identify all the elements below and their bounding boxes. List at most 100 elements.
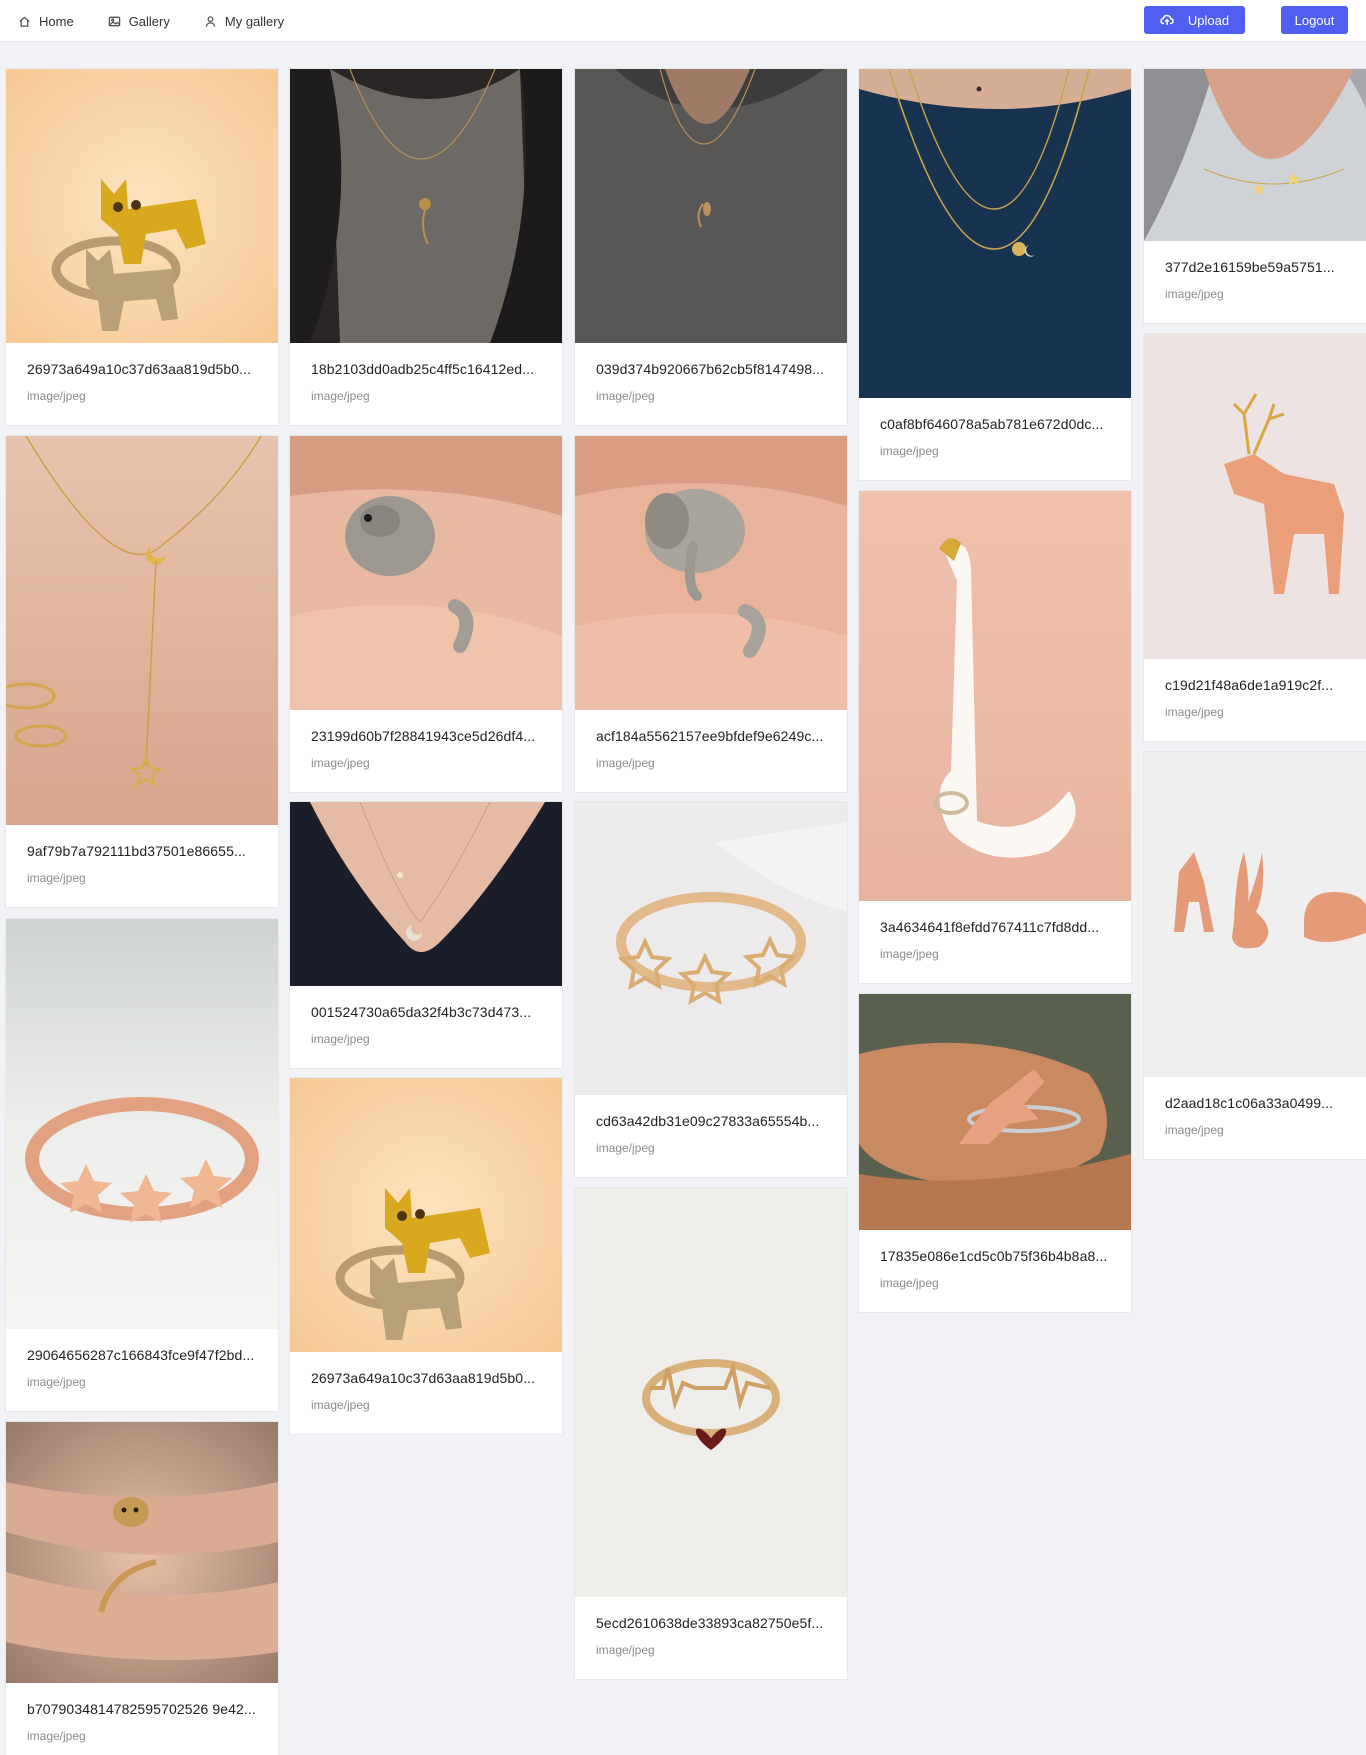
file-type: image/jpeg [311,1398,370,1412]
thumbnail-rose-necklace[interactable] [290,69,562,343]
card-meta: 23199d60b7f28841943ce5d26df4... image/jp… [290,710,562,792]
card-meta: 26973a649a10c37d63aa819d5b0... image/jpe… [290,1352,562,1434]
file-type: image/jpeg [27,1729,86,1743]
thumbnail-deer-figurine[interactable] [1144,334,1366,659]
thumbnail-leaf-necklace[interactable] [575,69,847,343]
gallery-card[interactable]: c0af8bf646078a5ab781e672d0dc... image/jp… [858,68,1132,481]
card-meta: b7079034814782595702526 9e42... image/jp… [6,1683,278,1755]
gallery-card[interactable]: 26973a649a10c37d63aa819d5b0... image/jpe… [5,68,279,426]
card-meta: 18b2103dd0adb25c4ff5c16412ed... image/jp… [290,343,562,425]
file-name: 29064656287c166843fce9f47f2bd... [27,1347,255,1363]
card-meta: 377d2e16159be59a5751... image/jpeg [1144,241,1366,323]
card-meta: acf184a5562157ee9bfdef9e6249c... image/j… [575,710,847,792]
file-type: image/jpeg [596,1643,655,1657]
nav-menu: Home Gallery My gallery [18,0,318,42]
file-name: d2aad18c1c06a33a0499... [1165,1095,1334,1111]
logout-label: Logout [1294,12,1335,28]
gallery-card[interactable]: d2aad18c1c06a33a0499... image/jpeg [1143,751,1366,1160]
file-name: c0af8bf646078a5ab781e672d0dc... [880,416,1104,432]
card-meta: 9af79b7a792111bd37501e86655... image/jpe… [6,825,278,907]
gallery-card[interactable]: 9af79b7a792111bd37501e86655... image/jpe… [5,435,279,908]
gallery-card[interactable]: 26973a649a10c37d63aa819d5b0... image/jpe… [289,1077,563,1435]
file-name: 17835e086e1cd5c0b75f36b4b8a8... [880,1248,1108,1264]
gallery-card[interactable]: 29064656287c166843fce9f47f2bd... image/j… [5,918,279,1412]
gallery-card[interactable]: 377d2e16159be59a5751... image/jpeg [1143,68,1366,324]
upload-label: Upload [1187,12,1230,28]
gallery-card[interactable]: cd63a42db31e09c27833a65554b... image/jpe… [574,801,848,1178]
gallery-card[interactable]: acf184a5562157ee9bfdef9e6249c... image/j… [574,435,848,793]
thumbnail-cat-ring[interactable] [6,69,278,343]
card-meta: cd63a42db31e09c27833a65554b... image/jpe… [575,1095,847,1177]
file-type: image/jpeg [1165,287,1224,301]
card-meta: d2aad18c1c06a33a0499... image/jpeg [1144,1077,1366,1159]
cloud-upload-icon [1160,14,1174,25]
file-type: image/jpeg [311,756,370,770]
file-name: 377d2e16159be59a5751... [1165,259,1335,275]
gallery-card[interactable]: 001524730a65da32f4b3c73d473... image/jpe… [289,801,563,1069]
card-meta: c0af8bf646078a5ab781e672d0dc... image/jp… [859,398,1131,480]
file-name: 3a4634641f8efdd767411c7fd8dd... [880,919,1100,935]
file-name: 5ecd2610638de33893ca82750e5f... [596,1615,824,1631]
gallery-card[interactable]: 18b2103dd0adb25c4ff5c16412ed... image/jp… [289,68,563,426]
nav-home-label: Home [39,13,74,29]
file-name: 26973a649a10c37d63aa819d5b0... [27,361,252,377]
nav-item-gallery[interactable]: Gallery [108,0,170,42]
file-name: 18b2103dd0adb25c4ff5c16412ed... [311,361,535,377]
file-type: image/jpeg [27,871,86,885]
file-name: 23199d60b7f28841943ce5d26df4... [311,728,536,744]
file-name: acf184a5562157ee9bfdef9e6249c... [596,728,824,744]
file-type: image/jpeg [880,947,939,961]
thumbnail-giraffe-ring[interactable] [290,436,562,710]
thumbnail-animal-figurines[interactable] [1144,752,1366,1077]
file-name: cd63a42db31e09c27833a65554b... [596,1113,820,1129]
file-type: image/jpeg [27,389,86,403]
user-icon [205,15,216,27]
gallery-card[interactable]: 23199d60b7f28841943ce5d26df4... image/jp… [289,435,563,793]
file-type: image/jpeg [1165,1123,1224,1137]
gallery-card[interactable]: 3a4634641f8efdd767411c7fd8dd... image/jp… [858,490,1132,984]
thumbnail-elephant-ring[interactable] [575,436,847,710]
thumbnail-star-ring-gold[interactable] [575,802,847,1095]
card-meta: 26973a649a10c37d63aa819d5b0... image/jpe… [6,343,278,425]
file-type: image/jpeg [880,1276,939,1290]
file-type: image/jpeg [311,389,370,403]
gallery-card[interactable]: 5ecd2610638de33893ca82750e5f... image/jp… [574,1187,848,1680]
gallery-card[interactable]: b7079034814782595702526 9e42... image/jp… [5,1421,279,1755]
file-type: image/jpeg [27,1375,86,1389]
file-type: image/jpeg [596,1141,655,1155]
upload-button[interactable]: Upload [1144,6,1245,34]
gallery-card[interactable]: 17835e086e1cd5c0b75f36b4b8a8... image/jp… [858,993,1132,1313]
file-type: image/jpeg [880,444,939,458]
thumbnail-star-ring-rose[interactable] [6,919,278,1329]
file-name: 26973a649a10c37d63aa819d5b0... [311,1370,536,1386]
card-meta: 001524730a65da32f4b3c73d473... image/jpe… [290,986,562,1068]
thumbnail-moon-necklace[interactable] [290,802,562,986]
file-name: b7079034814782595702526 9e42... [27,1701,256,1717]
home-icon [19,15,30,27]
card-meta: 17835e086e1cd5c0b75f36b4b8a8... image/jp… [859,1230,1131,1312]
file-name: c19d21f48a6de1a919c2f... [1165,677,1334,693]
logout-button[interactable]: Logout [1281,6,1348,34]
thumbnail-dinosaur-ring[interactable] [859,994,1131,1230]
thumbnail-swan-holder[interactable] [859,491,1131,901]
picture-icon [108,16,120,26]
file-name: 039d374b920667b62cb5f8147498... [596,361,825,377]
card-meta: 039d374b920667b62cb5f8147498... image/jp… [575,343,847,425]
file-type: image/jpeg [596,389,655,403]
file-name: 001524730a65da32f4b3c73d473... [311,1004,532,1020]
thumbnail-heartbeat-ring[interactable] [575,1188,847,1597]
thumbnail-kitten-ring[interactable] [6,1422,278,1683]
nav-item-home[interactable]: Home [18,0,74,42]
nav-my-gallery-label: My gallery [224,13,285,29]
nav-item-my-gallery[interactable]: My gallery [204,0,284,42]
thumbnail-cat-ring[interactable] [290,1078,562,1352]
thumbnail-stars-necklace[interactable] [1144,69,1366,241]
gallery-card[interactable]: c19d21f48a6de1a919c2f... image/jpeg [1143,333,1366,742]
file-type: image/jpeg [596,756,655,770]
file-name: 9af79b7a792111bd37501e86655... [27,843,246,859]
card-meta: 5ecd2610638de33893ca82750e5f... image/jp… [575,1597,847,1679]
thumbnail-moon-star-necklace[interactable] [6,436,278,825]
card-meta: c19d21f48a6de1a919c2f... image/jpeg [1144,659,1366,741]
gallery-card[interactable]: 039d374b920667b62cb5f8147498... image/jp… [574,68,848,426]
thumbnail-layered-necklace[interactable] [859,69,1131,398]
